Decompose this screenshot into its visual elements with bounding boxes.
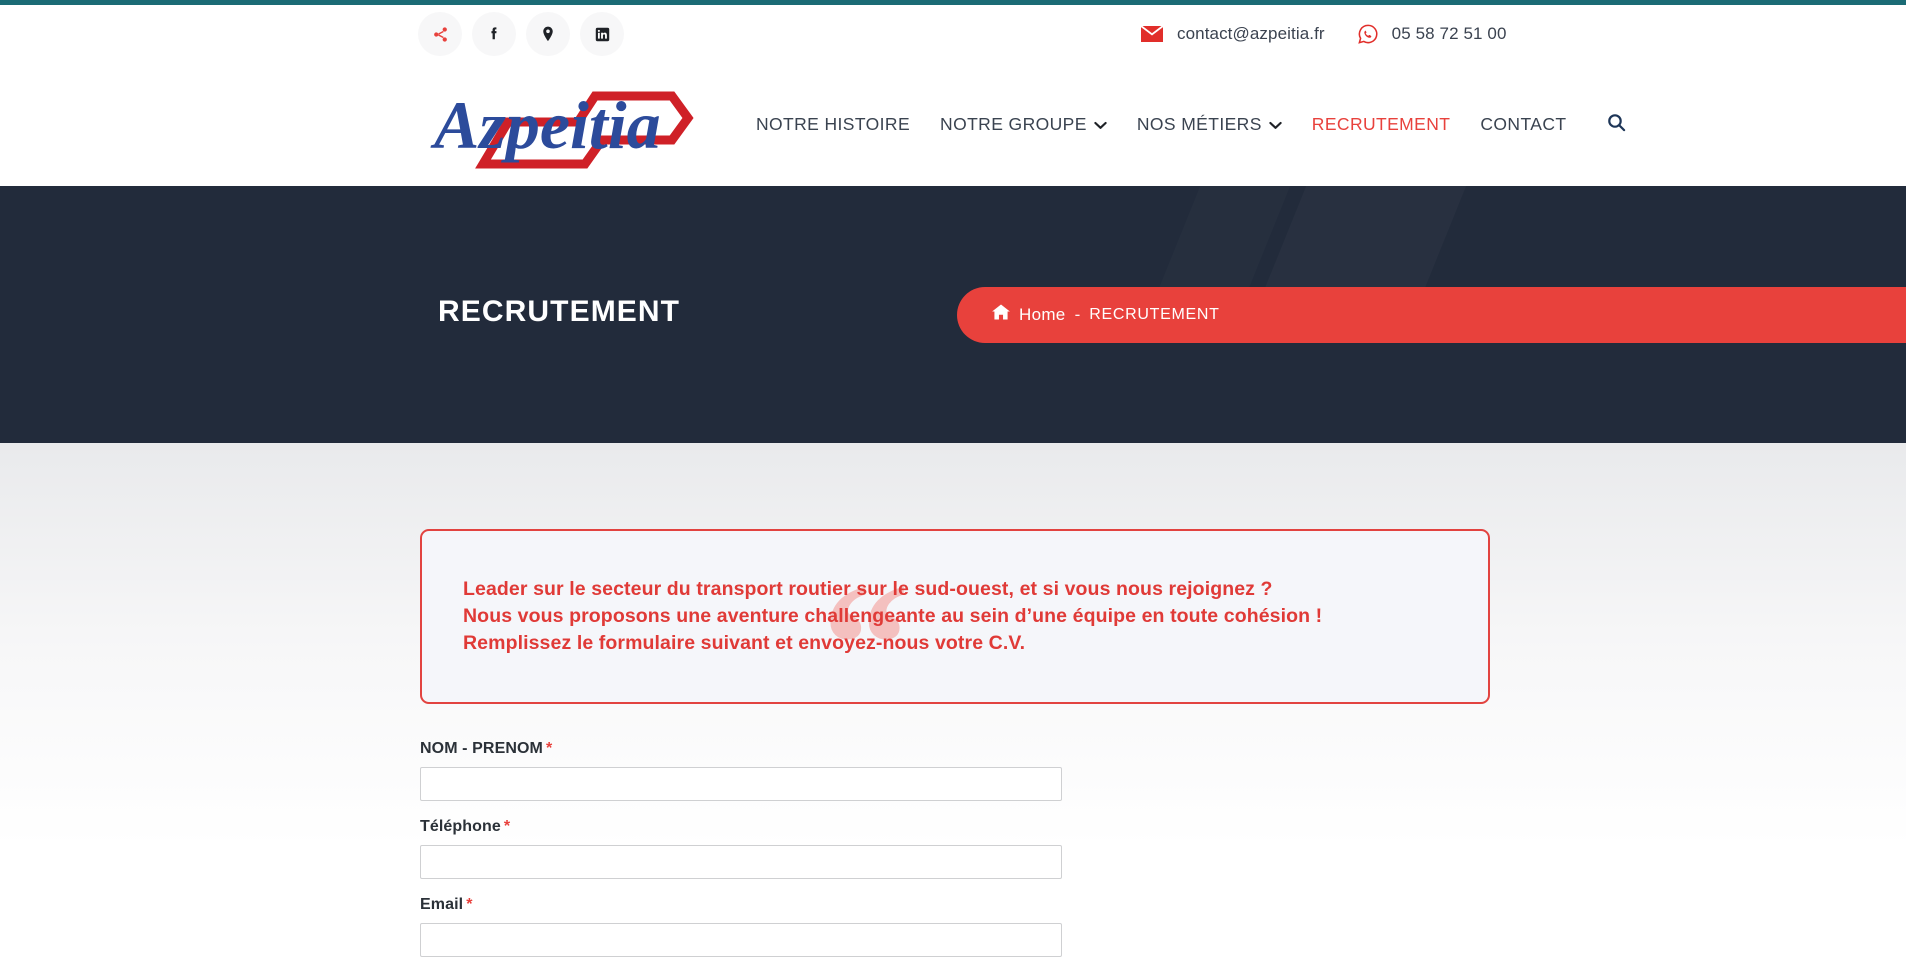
callout-line-2: Nous vous proposons une aventure challen… (463, 605, 1323, 627)
home-icon (992, 304, 1010, 325)
email-input[interactable] (420, 923, 1062, 957)
required-asterisk: * (466, 896, 473, 913)
nav-label: CONTACT (1480, 114, 1567, 134)
callout-line-3: Remplissez le formulaire suivant et envo… (463, 632, 1026, 654)
envelope-icon (1140, 25, 1164, 43)
nav-item-notre-histoire[interactable]: NOTRE HISTOIRE (741, 114, 925, 135)
logo-wordmark: Azpeitia (430, 87, 661, 163)
form-label-email: Email * (420, 896, 1490, 914)
breadcrumb-home-link[interactable]: Home (992, 304, 1066, 325)
search-icon (1607, 113, 1626, 137)
required-asterisk: * (545, 740, 553, 757)
label-text: Téléphone (420, 818, 501, 835)
main-navigation: NOTRE HISTOIRE NOTRE GROUPE NOS MÉTIERS … (741, 113, 1626, 137)
page-title: RECRUTEMENT (438, 294, 681, 328)
label-text: Email (420, 896, 464, 913)
map-pin-icon (539, 25, 557, 43)
nav-label: RECRUTEMENT (1311, 114, 1451, 134)
form-label-telephone: Téléphone * (420, 818, 1490, 836)
breadcrumb: Home - RECRUTEMENT (957, 286, 1906, 343)
form-field-email: Email * (420, 896, 1490, 957)
nav-item-nos-metiers[interactable]: NOS MÉTIERS (1122, 114, 1297, 135)
nav-label: NOTRE HISTOIRE (756, 114, 911, 134)
contact-email-text: contact@azpeitia.fr (1177, 24, 1325, 43)
label-text: NOM - PRENOM (420, 740, 543, 757)
breadcrumb-separator: - (1074, 304, 1081, 324)
site-logo[interactable]: Azpeitia (420, 76, 705, 174)
social-links-group (418, 12, 624, 56)
recruitment-callout-text: Leader sur le secteur du transport routi… (463, 576, 1322, 657)
breadcrumb-current-page: RECRUTEMENT (1089, 305, 1220, 323)
form-field-nom-prenom: NOM - PRENOM * (420, 740, 1490, 801)
contact-phone[interactable]: 05 58 72 51 00 (1357, 23, 1507, 45)
breadcrumb-home-label: Home (1019, 304, 1066, 324)
top-utility-bar: contact@azpeitia.fr 05 58 72 51 00 (0, 5, 1906, 63)
search-toggle-button[interactable] (1607, 113, 1626, 137)
callout-line-1: Leader sur le secteur du transport routi… (463, 578, 1273, 600)
recruitment-callout-box: “ Leader sur le secteur du transport rou… (420, 529, 1490, 704)
contact-phone-text: 05 58 72 51 00 (1391, 24, 1507, 43)
linkedin-icon (594, 26, 611, 43)
telephone-input[interactable] (420, 845, 1062, 879)
site-header: Azpeitia NOTRE HISTOIRE NOTRE GROUPE NOS… (0, 63, 1906, 186)
social-link-share[interactable] (418, 12, 462, 56)
whatsapp-icon (1357, 23, 1379, 45)
social-link-facebook[interactable] (472, 12, 516, 56)
nav-item-notre-groupe[interactable]: NOTRE GROUPE (925, 114, 1122, 135)
social-link-linkedin[interactable] (580, 12, 624, 56)
chevron-down-icon (1094, 114, 1107, 135)
nav-label: NOTRE GROUPE (940, 114, 1087, 134)
social-link-map[interactable] (526, 12, 570, 56)
nav-item-recrutement[interactable]: RECRUTEMENT (1297, 114, 1466, 135)
content-container: “ Leader sur le secteur du transport rou… (420, 529, 1490, 974)
form-field-telephone: Téléphone * (420, 818, 1490, 879)
page-hero-banner: RECRUTEMENT Home - RECRUTEMENT (0, 186, 1906, 443)
nav-label: NOS MÉTIERS (1136, 114, 1262, 134)
contact-email[interactable]: contact@azpeitia.fr (1140, 24, 1325, 44)
contact-info-group: contact@azpeitia.fr 05 58 72 51 00 (1140, 23, 1507, 45)
nav-item-contact[interactable]: CONTACT (1465, 114, 1581, 135)
page-content-area: “ Leader sur le secteur du transport rou… (0, 443, 1906, 961)
nom-prenom-input[interactable] (420, 767, 1062, 801)
chevron-down-icon (1269, 114, 1282, 135)
form-label-nom-prenom: NOM - PRENOM * (420, 740, 1490, 758)
share-icon (432, 26, 449, 43)
facebook-icon (485, 25, 503, 43)
required-asterisk: * (503, 818, 511, 835)
recruitment-form: NOM - PRENOM * Téléphone * Email * (420, 740, 1490, 957)
